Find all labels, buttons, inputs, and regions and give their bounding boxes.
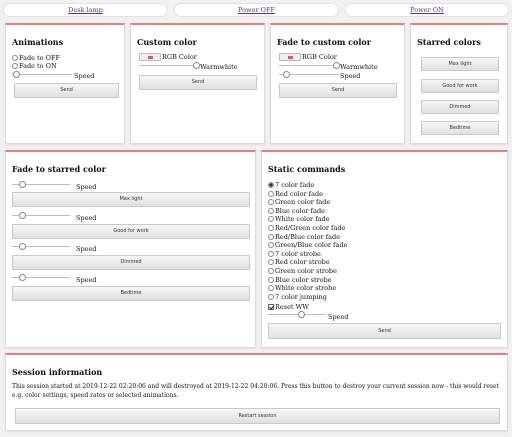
radio-icon [268, 233, 274, 240]
static-command-option[interactable]: Red/Blue color fade [268, 233, 340, 241]
static-command-option[interactable]: 7 color strobe [268, 250, 321, 258]
animations-option-fade-off[interactable]: Fade to OFF [12, 54, 60, 62]
fade-starred-speed-label: Speed [76, 276, 97, 284]
slider-thumb-icon[interactable] [298, 311, 305, 318]
custom-color-send-button[interactable]: Send [139, 75, 257, 90]
radio-icon [12, 55, 18, 61]
radio-icon [268, 268, 274, 274]
radio-icon [268, 216, 274, 223]
custom-warmwhite-slider[interactable] [139, 62, 200, 70]
static-command-option[interactable]: Blue color strobe [268, 276, 332, 284]
fade-starred-bedtime-button[interactable]: Bedtime [12, 286, 250, 301]
fade-starred-speed-slider-4[interactable] [12, 274, 70, 282]
radio-icon [268, 190, 274, 197]
fade-rgb-color-label: RGB Color [302, 53, 337, 61]
starred-max-light-button[interactable]: Max light [421, 57, 499, 71]
animations-title: Animations [12, 37, 64, 47]
static-command-option[interactable]: Green/Blue color fade [268, 241, 347, 249]
radio-icon [268, 293, 274, 300]
session-title: Session information [12, 367, 103, 377]
fade-custom-speed-label: Speed [340, 72, 361, 80]
slider-thumb-icon[interactable] [19, 181, 26, 188]
checkbox-icon [268, 304, 274, 310]
restart-session-button[interactable]: Restart session [15, 408, 500, 424]
radio-icon [268, 225, 274, 231]
radio-icon [268, 182, 274, 188]
static-command-option[interactable]: Green color strobe [268, 267, 337, 275]
power-on-link[interactable]: Power ON [345, 3, 509, 17]
starred-bedtime-button[interactable]: Bedtime [421, 121, 499, 135]
slider-thumb-icon[interactable] [193, 62, 200, 69]
slider-thumb-icon[interactable] [333, 62, 340, 69]
starred-dimmed-button[interactable]: Dimmed [421, 100, 499, 114]
custom-color-title: Custom color [137, 37, 197, 47]
reset-ww-checkbox[interactable]: Reset WW [268, 303, 309, 311]
fade-starred-max-light-button[interactable]: Max light [12, 192, 250, 207]
fade-starred-speed-label: Speed [76, 183, 97, 191]
desk-lamp-link[interactable]: Desk lamp [3, 3, 168, 17]
fade-warmwhite-slider[interactable] [279, 62, 340, 70]
fade-custom-send-button[interactable]: Send [279, 83, 397, 98]
fade-starred-speed-label: Speed [76, 245, 97, 253]
fade-custom-title: Fade to custom color [277, 37, 371, 47]
custom-warmwhite-label: Warmwhite [200, 63, 238, 71]
fade-starred-speed-label: Speed [76, 214, 97, 222]
static-send-button[interactable]: Send [268, 323, 501, 339]
session-card: Session information This session started… [5, 353, 508, 431]
slider-thumb-icon[interactable] [19, 212, 26, 219]
slider-thumb-icon[interactable] [19, 274, 26, 281]
static-command-option[interactable]: White color fade [268, 215, 329, 223]
static-speed-slider[interactable] [268, 311, 326, 319]
slider-thumb-icon[interactable] [19, 243, 26, 250]
static-command-option[interactable]: Green color fade [268, 198, 330, 206]
animations-send-button[interactable]: Send [14, 83, 119, 98]
static-command-option[interactable]: 7 color jumping [268, 293, 327, 301]
animations-speed-slider[interactable] [12, 71, 72, 79]
static-command-option[interactable]: White color strobe [268, 284, 336, 292]
starred-good-for-work-button[interactable]: Good for work [421, 79, 499, 93]
static-speed-label: Speed [328, 313, 349, 321]
fade-starred-good-for-work-button[interactable]: Good for work [12, 224, 250, 239]
radio-icon [268, 199, 274, 206]
radio-icon [268, 285, 274, 292]
fade-warmwhite-label: Warmwhite [340, 63, 378, 71]
fade-starred-speed-slider-1[interactable] [12, 181, 70, 189]
static-command-option[interactable]: Blue color fade [268, 207, 325, 215]
static-command-option[interactable]: Red color fade [268, 190, 323, 198]
fade-starred-speed-slider-2[interactable] [12, 212, 70, 220]
radio-icon [268, 250, 274, 257]
radio-icon [268, 259, 274, 266]
fade-starred-speed-slider-3[interactable] [12, 243, 70, 251]
radio-icon [268, 207, 274, 214]
static-commands-card: Static commands 7 color fade Red color fa… [261, 150, 508, 348]
fade-starred-dimmed-button[interactable]: Dimmed [12, 255, 250, 270]
slider-thumb-icon[interactable] [13, 71, 20, 78]
radio-icon [12, 63, 18, 69]
session-text: This session started at 2019-12-22 02:20… [12, 383, 499, 399]
rgb-color-picker[interactable] [139, 53, 161, 61]
animations-card: Animations Fade to OFF Fade to ON Speed … [5, 23, 125, 144]
fade-custom-card: Fade to custom color RGB Color Warmwhite… [270, 23, 405, 144]
fade-starred-card: Fade to starred color Speed Max light Sp… [5, 150, 256, 348]
radio-icon [268, 276, 274, 283]
slider-thumb-icon[interactable] [283, 71, 290, 78]
custom-color-card: Custom color RGB Color Warmwhite Send [130, 23, 265, 144]
starred-colors-card: Starred colors Max light Good for work D… [410, 23, 508, 144]
radio-icon [268, 242, 274, 249]
power-off-link[interactable]: Power OFF [174, 3, 339, 17]
static-command-option[interactable]: Red/Green color fade [268, 224, 345, 232]
fade-custom-speed-slider[interactable] [279, 71, 339, 79]
animations-option-fade-on[interactable]: Fade to ON [12, 62, 57, 70]
static-commands-title: Static commands [268, 164, 346, 174]
static-command-option[interactable]: Red color strobe [268, 258, 330, 266]
fade-rgb-color-picker[interactable] [279, 53, 301, 61]
fade-starred-title: Fade to starred color [12, 164, 106, 174]
starred-colors-title: Starred colors [417, 37, 481, 47]
static-command-option[interactable]: 7 color fade [268, 181, 314, 189]
animations-speed-label: Speed [74, 72, 95, 80]
rgb-color-label: RGB Color [162, 53, 197, 61]
